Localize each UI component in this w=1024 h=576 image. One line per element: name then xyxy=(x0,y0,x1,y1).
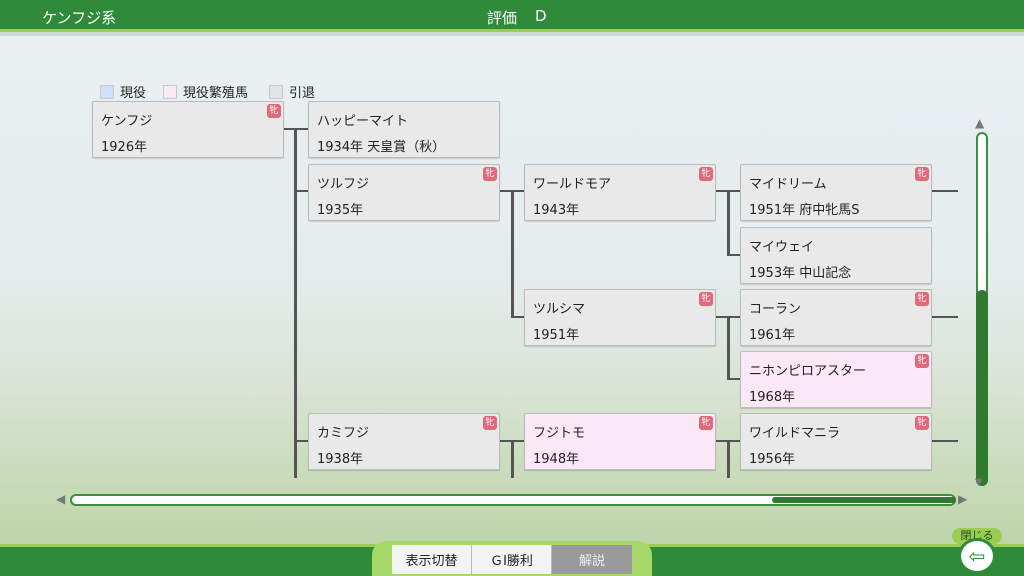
horse-card[interactable]: ツルシマ 1951年 牝 xyxy=(524,289,716,346)
horse-name: カミフジ xyxy=(317,426,370,441)
connector-line xyxy=(932,440,958,442)
connector-line xyxy=(727,440,730,478)
connector-line xyxy=(511,316,524,318)
filly-icon: 牝 xyxy=(915,416,929,430)
horse-info: 1938年 xyxy=(317,452,364,467)
connector-line xyxy=(511,190,514,318)
tab-display-toggle[interactable]: 表示切替 xyxy=(392,545,472,574)
legend-breeding: 現役繁殖馬 xyxy=(163,82,248,101)
horse-card[interactable]: ハッピーマイト 1934年 天皇賞（秋） xyxy=(308,101,500,158)
connector-line xyxy=(294,190,308,192)
horse-card[interactable]: ニホンピロアスター 1968年 牝 xyxy=(740,351,932,408)
tab-bar: 表示切替 ＧⅠ勝利 解説 xyxy=(372,541,652,576)
connector-line xyxy=(294,440,308,442)
horse-info: 1926年 xyxy=(101,140,148,155)
horse-name: ツルフジ xyxy=(317,177,370,192)
legend-label-breeding: 現役繁殖馬 xyxy=(183,86,249,101)
grade-value: D xyxy=(535,7,547,25)
horse-info: 1968年 xyxy=(749,390,796,405)
horse-name: ハッピーマイト xyxy=(317,114,409,129)
tab-commentary[interactable]: 解説 xyxy=(552,545,632,574)
connector-line xyxy=(294,128,308,130)
grade-label: 評価 xyxy=(487,9,518,27)
tab-g1-wins[interactable]: ＧⅠ勝利 xyxy=(472,545,552,574)
horse-card[interactable]: コーラン 1961年 牝 xyxy=(740,289,932,346)
horse-card[interactable]: フジトモ 1948年 牝 xyxy=(524,413,716,470)
legend-swatch-retired xyxy=(269,84,283,99)
scroll-down-icon[interactable]: ▼ xyxy=(975,477,983,488)
horse-info: 1953年 中山記念 xyxy=(749,266,852,281)
horse-card[interactable]: ツルフジ 1935年 牝 xyxy=(308,164,500,221)
horse-info: 1951年 府中牝馬S xyxy=(749,203,860,218)
horse-name: ワールドモア xyxy=(533,177,612,192)
header-bar: ケンフジ系 評価 D xyxy=(0,0,1024,32)
connector-line xyxy=(511,440,514,478)
horse-name: ツルシマ xyxy=(533,302,586,317)
legend-active: 現役 xyxy=(100,82,146,101)
connector-line xyxy=(727,316,740,318)
horse-name: マイウェイ xyxy=(749,240,815,255)
scroll-left-icon[interactable]: ◀ xyxy=(56,492,65,506)
filly-icon: 牝 xyxy=(483,167,497,181)
filly-icon: 牝 xyxy=(699,167,713,181)
connector-line xyxy=(727,190,740,192)
vertical-scroll-thumb[interactable] xyxy=(976,290,988,486)
scroll-right-icon[interactable]: ▶ xyxy=(958,492,967,506)
legend-label-retired: 引退 xyxy=(289,86,316,101)
horizontal-scroll-thumb[interactable] xyxy=(772,497,956,503)
horse-info: 1934年 天皇賞（秋） xyxy=(317,140,446,155)
legend-swatch-active xyxy=(100,84,114,99)
connector-line xyxy=(932,316,958,318)
legend-swatch-breeding xyxy=(163,84,177,99)
horse-info: 1935年 xyxy=(317,203,364,218)
horse-name: ワイルドマニラ xyxy=(749,426,841,441)
horse-info: 1956年 xyxy=(749,452,796,467)
legend-label-active: 現役 xyxy=(120,86,147,101)
horse-info: 1951年 xyxy=(533,328,580,343)
scroll-up-icon[interactable]: ▲ xyxy=(975,116,984,130)
horse-card[interactable]: ワイルドマニラ 1956年 牝 xyxy=(740,413,932,470)
horse-name: コーラン xyxy=(749,302,802,317)
exit-icon: ⇦ xyxy=(968,544,986,568)
filly-icon: 牝 xyxy=(483,416,497,430)
filly-icon: 牝 xyxy=(915,354,929,368)
connector-line xyxy=(727,378,740,380)
lineage-title: ケンフジ系 xyxy=(42,9,117,27)
horse-info: 1943年 xyxy=(533,203,580,218)
filly-icon: 牝 xyxy=(699,416,713,430)
horse-info: 1948年 xyxy=(533,452,580,467)
legend-retired: 引退 xyxy=(269,82,315,101)
filly-icon: 牝 xyxy=(915,167,929,181)
horse-card[interactable]: ケンフジ 1926年 牝 xyxy=(92,101,284,158)
horse-card[interactable]: マイドリーム 1951年 府中牝馬S 牝 xyxy=(740,164,932,221)
connector-line xyxy=(727,316,730,380)
connector-line xyxy=(727,190,730,256)
horse-name: マイドリーム xyxy=(749,177,827,192)
horse-card[interactable]: カミフジ 1938年 牝 xyxy=(308,413,500,470)
connector-line xyxy=(727,254,740,256)
filly-icon: 牝 xyxy=(915,292,929,306)
horse-info: 1961年 xyxy=(749,328,796,343)
close-button[interactable]: ⇦ xyxy=(958,538,996,574)
horse-name: フジトモ xyxy=(533,426,586,441)
horse-name: ニホンピロアスター xyxy=(749,364,867,379)
connector-line xyxy=(932,190,958,192)
horse-card[interactable]: マイウェイ 1953年 中山記念 xyxy=(740,227,932,284)
filly-icon: 牝 xyxy=(267,104,281,118)
connector-line xyxy=(511,190,524,192)
filly-icon: 牝 xyxy=(699,292,713,306)
horse-name: ケンフジ xyxy=(101,114,153,129)
horse-card[interactable]: ワールドモア 1943年 牝 xyxy=(524,164,716,221)
connector-line xyxy=(294,128,297,478)
